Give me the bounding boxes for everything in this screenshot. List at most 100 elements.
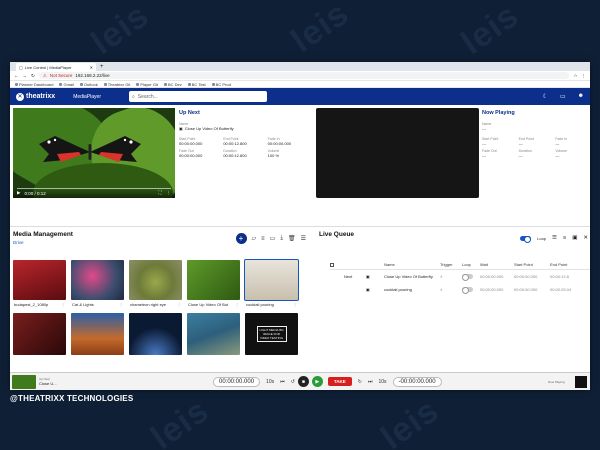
skip-back-label: 10s (266, 378, 275, 385)
more-icon[interactable]: ⋮ (61, 302, 65, 307)
theme-icon[interactable]: ☾ (543, 93, 548, 100)
media-item[interactable] (13, 313, 66, 355)
forward-icon[interactable]: ↻ (358, 379, 362, 385)
remaining-time: -00:00:00.000 (392, 376, 442, 387)
rewind-icon[interactable]: ↺ (291, 379, 295, 385)
column-header: Loop (462, 262, 471, 267)
star-icon[interactable]: ☆ (573, 73, 577, 79)
more-icon[interactable]: ⋮ (293, 302, 297, 307)
media-item[interactable] (129, 313, 182, 355)
table-row[interactable]: ▣ cocktail pouring ☝ 00:00:00.000 00:00:… (330, 283, 590, 296)
playlist-icon[interactable]: ☰ (552, 235, 557, 241)
media-thumbnail (13, 313, 66, 355)
media-item[interactable]: cocktail pouring ⋮ (244, 259, 299, 308)
table-header: Name Trigger Loop Wait Start Point End P… (330, 260, 590, 270)
seek-bar[interactable] (17, 188, 171, 189)
bookmark-item[interactable]: Planner Dashboard (15, 82, 53, 87)
queue-add-icon[interactable]: ☰ (301, 235, 306, 242)
bookmark-item[interactable]: Player Git (136, 82, 158, 87)
now-playing-title: Now Playing (482, 110, 515, 116)
field-value: 100 % (267, 153, 279, 158)
previous-icon[interactable]: ⏮ (280, 379, 285, 385)
new-tab-icon[interactable]: + (96, 63, 108, 71)
play-button[interactable]: ▶ (311, 376, 323, 387)
back-icon[interactable]: ← (14, 73, 19, 78)
row-loop-toggle[interactable] (462, 274, 473, 281)
bookmark-item[interactable]: Outlook (79, 82, 98, 87)
more-icon[interactable]: ⋮ (167, 190, 172, 196)
row-start: 00:00:00.000 (514, 274, 538, 279)
close-icon[interactable]: ✕ (90, 65, 93, 70)
tab-title: Live Control | MediaPlayer (24, 64, 72, 70)
now-playing-video[interactable] (316, 108, 479, 198)
account-icon[interactable]: ☻ (578, 93, 584, 100)
media-item[interactable]: LIGHT MEDIA BG IMAGE FOR VIDEO TESTING (245, 313, 298, 355)
watermark: leis (144, 391, 216, 450)
trigger-icon[interactable]: ☝ (440, 274, 462, 279)
up-next-video[interactable]: ▶ 0:00 / 0:12 ⛶ ⋮ (13, 108, 175, 198)
reload-icon[interactable]: ↻ (31, 73, 35, 79)
media-name: budapest_2_1080p (14, 301, 49, 307)
delete-icon[interactable]: 🗑 (288, 235, 296, 242)
media-name: cocktail pouring (246, 301, 274, 307)
media-name: Cat & Lights (72, 301, 94, 307)
media-item[interactable] (71, 313, 124, 355)
fullscreen-icon[interactable]: ⛶ (158, 190, 161, 196)
bookmark-item[interactable]: BC Test (187, 82, 206, 87)
media-item[interactable]: Close Up Video Of But ⋮ (187, 260, 240, 308)
column-header: Wait (480, 262, 488, 267)
bookmark-item[interactable]: Gmail (59, 82, 74, 87)
more-icon[interactable]: ⋮ (177, 302, 181, 307)
loop-toggle[interactable] (520, 235, 532, 243)
media-thumbnail: LIGHT MEDIA BG IMAGE FOR VIDEO TESTING (245, 313, 298, 355)
favicon-icon: ▢ (19, 64, 23, 70)
search-icon: ⌕ (131, 93, 135, 100)
column-header: End Point (550, 262, 568, 267)
trigger-icon[interactable]: ☝ (440, 287, 462, 292)
folder-icon[interactable]: ▱ (252, 235, 257, 242)
media-item[interactable]: budapest_2_1080p ⋮ (13, 260, 66, 308)
download-icon[interactable]: ⤓ (280, 235, 283, 242)
table-row[interactable]: Next ▣ Close Up Video Of Butterfly ☝ 00:… (330, 270, 590, 283)
logo-icon: ✕ (16, 92, 24, 101)
column-header: Start Point (514, 262, 533, 267)
browser-tab[interactable]: ▢ Live Control | MediaPlayer ✕ (16, 63, 96, 71)
take-button[interactable]: TAKE (327, 377, 352, 386)
menu-icon[interactable]: ⋮ (582, 73, 587, 79)
row-loop-toggle[interactable] (462, 287, 473, 294)
bookmark-item[interactable]: Theatrixx Git (103, 82, 130, 87)
display-icon[interactable]: ▭ (560, 93, 566, 100)
app-logo[interactable]: ✕ theatrixx (16, 92, 55, 101)
media-item[interactable]: chameleon right eye ⋮ (129, 260, 182, 308)
up-next-thumbnail (12, 374, 36, 389)
playlist-add-icon[interactable]: ≡ (563, 235, 566, 241)
bookmark-item[interactable]: BC Prod (211, 82, 231, 87)
play-icon[interactable]: ▶ (17, 190, 20, 196)
url-input[interactable]: ⚠ Not Secure 192.168.2.22/live (38, 72, 570, 79)
browser-window: ▢ Live Control | MediaPlayer ✕ + ← → ↻ ⚠… (10, 62, 590, 390)
media-thumbnail (129, 260, 182, 300)
watermark: leis (84, 0, 156, 63)
media-item[interactable]: Cat & Lights ⋮ (71, 260, 124, 308)
cast-icon[interactable]: ▭ (270, 235, 276, 242)
add-media-button[interactable]: + (235, 233, 247, 244)
field-value: --- (482, 153, 486, 158)
media-thumbnail (71, 260, 124, 300)
row-wait: 00:00:00.000 (480, 287, 504, 292)
more-icon[interactable]: ⋮ (235, 302, 239, 307)
field-value: --- (518, 153, 523, 158)
close-icon[interactable]: ✕ (583, 235, 588, 241)
stop-button[interactable]: ■ (297, 376, 309, 387)
butterfly-image (39, 136, 141, 162)
save-icon[interactable]: ▣ (572, 235, 577, 241)
more-icon[interactable]: ⋮ (119, 302, 123, 307)
bookmarks-bar: Planner Dashboard Gmail Outlook Theatrix… (10, 81, 590, 88)
field-value: 00:00:00.000 (179, 141, 203, 146)
search-input[interactable]: ⌕ Search... (128, 91, 267, 102)
next-icon[interactable]: ⏭ (368, 379, 373, 385)
select-all-checkbox[interactable] (330, 262, 334, 267)
playlist-add-icon[interactable]: ≡ (261, 236, 265, 242)
forward-icon[interactable]: → (23, 73, 28, 78)
bookmark-item[interactable]: BC Dev (163, 82, 182, 87)
media-item[interactable] (187, 313, 240, 355)
